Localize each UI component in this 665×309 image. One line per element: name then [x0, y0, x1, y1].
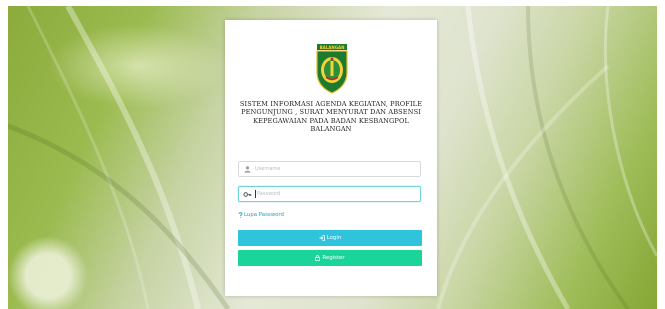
question-icon	[238, 212, 243, 218]
register-label: Register	[322, 255, 345, 261]
login-card: BALANGAN SISTEM INFORMASI AGENDA KEGIATA…	[225, 20, 437, 296]
text-caret	[255, 190, 256, 198]
password-input[interactable]	[257, 187, 417, 201]
page-title: SISTEM INFORMASI AGENDA KEGIATAN, PROFIL…	[239, 100, 423, 134]
forgot-password-link[interactable]: Lupa Password	[238, 212, 284, 218]
logo-text: BALANGAN	[320, 45, 345, 50]
lock-icon	[315, 255, 321, 261]
username-input[interactable]	[255, 162, 415, 176]
password-field[interactable]	[238, 186, 421, 202]
login-label: Login	[326, 235, 342, 241]
username-field[interactable]	[238, 161, 421, 177]
key-icon	[243, 192, 252, 197]
balangan-emblem-logo: BALANGAN	[316, 44, 348, 94]
user-icon	[244, 166, 251, 173]
forgot-password-label: Lupa Password	[244, 212, 284, 218]
login-button[interactable]: Login	[238, 230, 422, 246]
sign-in-icon	[319, 235, 325, 241]
register-button[interactable]: Register	[238, 250, 422, 266]
